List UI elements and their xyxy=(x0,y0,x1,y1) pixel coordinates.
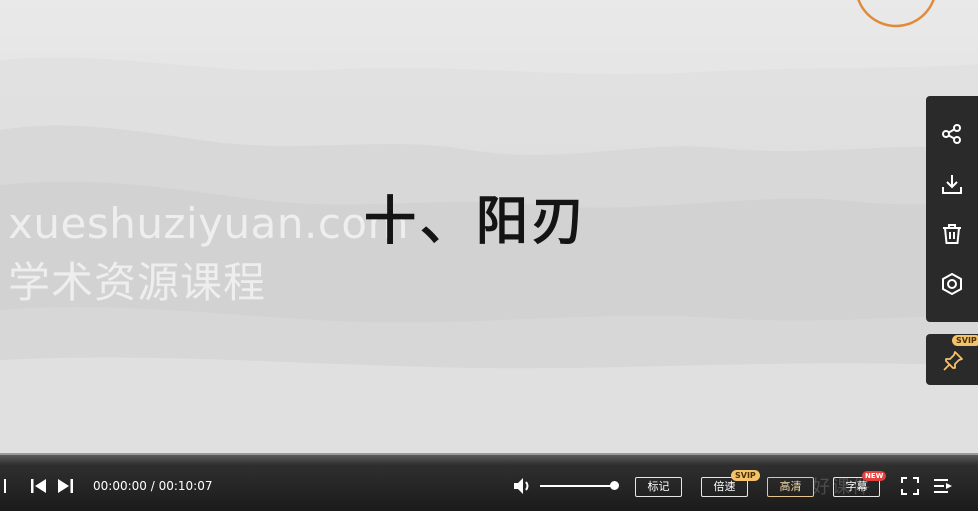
progress-marker xyxy=(4,479,6,493)
volume-icon[interactable] xyxy=(512,476,534,496)
side-toolbar xyxy=(926,96,978,322)
previous-icon[interactable] xyxy=(30,478,48,494)
current-time: 00:00:00 xyxy=(93,479,147,493)
watermark-text: 学术资源课程 xyxy=(8,258,267,307)
trash-icon[interactable] xyxy=(940,222,964,246)
video-frame[interactable]: 缘 xueshuziyuan.com 学术资源课程 十、阳刃 SVIP 00:0 xyxy=(0,0,978,511)
duration: 00:10:07 xyxy=(158,479,213,493)
time-separator: / xyxy=(146,479,159,493)
time-display: 00:00:00 / 00:10:07 xyxy=(93,479,212,493)
slide-title: 十、阳刃 xyxy=(364,192,589,252)
settings-icon[interactable] xyxy=(940,272,964,296)
speed-label: 倍速 xyxy=(713,480,736,493)
ink-mountain-background xyxy=(0,57,978,511)
quality-button[interactable]: 高清 xyxy=(767,477,814,497)
watermark-url: xueshuziyuan.com xyxy=(8,199,410,248)
subtitle-label: 字幕 xyxy=(845,480,868,493)
subtitle-new-badge: NEW xyxy=(862,471,887,481)
download-icon[interactable] xyxy=(940,172,964,196)
brand-logo: 缘 xyxy=(852,0,938,42)
pin-button[interactable]: SVIP xyxy=(926,334,978,385)
share-icon[interactable] xyxy=(940,122,964,146)
volume-slider[interactable] xyxy=(540,485,618,487)
logo-char: 缘 xyxy=(884,0,908,2)
pin-svip-badge: SVIP xyxy=(952,335,978,346)
pin-icon xyxy=(941,349,965,373)
next-icon[interactable] xyxy=(56,478,74,494)
fullscreen-icon[interactable] xyxy=(901,477,919,495)
speed-svip-badge: SVIP xyxy=(731,470,760,481)
volume-knob[interactable] xyxy=(610,481,619,490)
bookmark-button[interactable]: 标记 xyxy=(635,477,682,497)
playlist-icon[interactable] xyxy=(933,478,953,494)
